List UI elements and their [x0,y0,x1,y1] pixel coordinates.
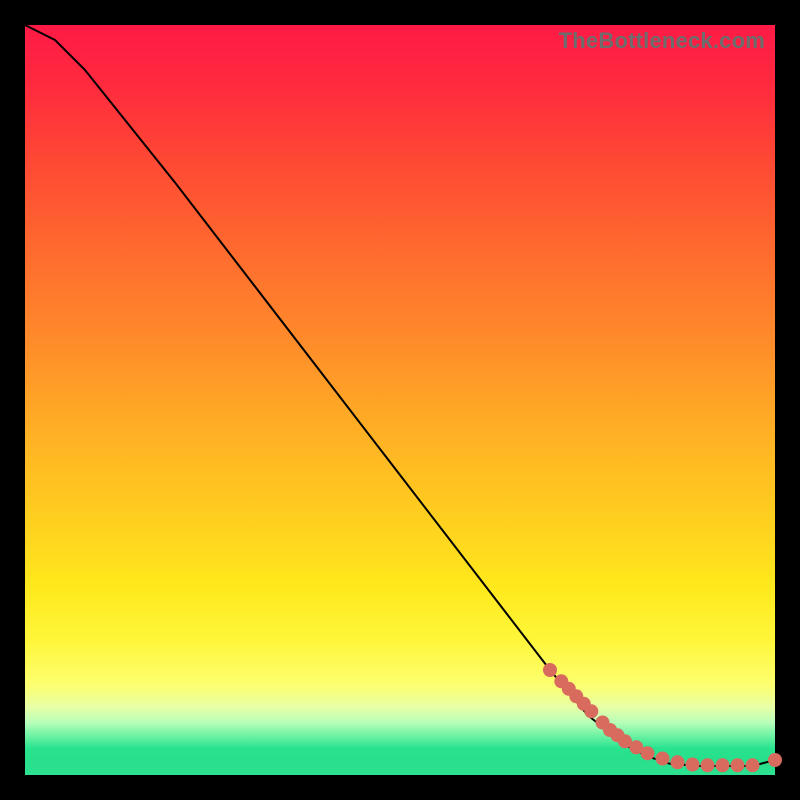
data-point [746,758,760,772]
data-point [543,663,557,677]
chart-svg [25,25,775,775]
dots-group [543,663,782,772]
curve-line [25,25,775,766]
data-point [731,758,745,772]
data-point [584,704,598,718]
data-point [701,758,715,772]
chart-frame: TheBottleneck.com [0,0,800,800]
data-point [716,758,730,772]
data-point [641,746,655,760]
data-point [686,758,700,772]
data-point [656,752,670,766]
data-point [671,755,685,769]
plot-area: TheBottleneck.com [25,25,775,775]
data-point [768,753,782,767]
